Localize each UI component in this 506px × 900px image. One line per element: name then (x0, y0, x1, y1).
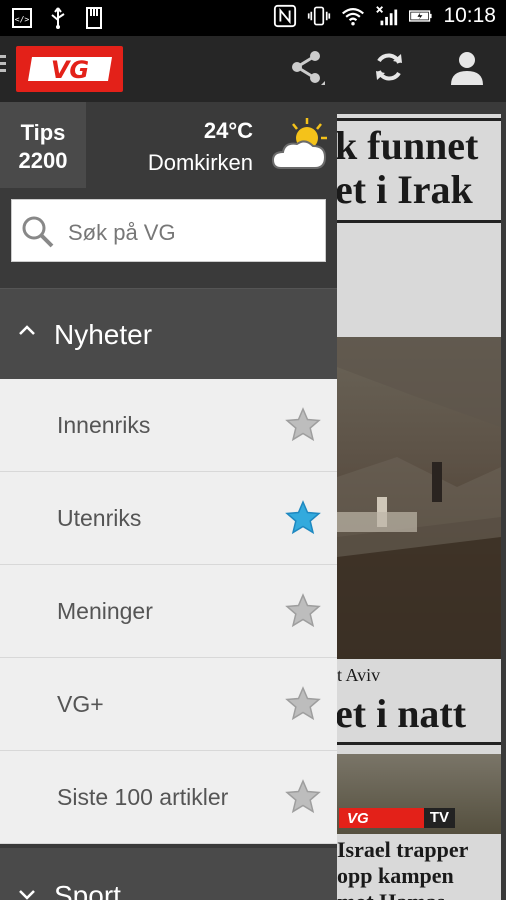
menu-item-vg-plus[interactable]: VG+ (0, 658, 337, 751)
refresh-icon (369, 47, 409, 92)
subheadline-line-1: Israel trapper (337, 837, 469, 862)
menu-item-label: Innenriks (57, 412, 151, 438)
menu-item-label: Siste 100 artikler (57, 784, 229, 810)
weather-widget[interactable]: 24°C Domkirken (86, 102, 337, 188)
weather-temperature: 24°C (203, 118, 253, 143)
wifi-icon (341, 4, 365, 28)
vibrate-icon (307, 4, 331, 28)
menu-item-meninger[interactable]: Meninger (0, 565, 337, 658)
partly-sunny-icon (271, 116, 331, 176)
share-icon (287, 47, 327, 92)
refresh-button[interactable] (366, 46, 412, 92)
newspaper-rule (337, 220, 501, 223)
status-bar: </> 10:18 (0, 0, 506, 36)
search-icon (20, 214, 56, 250)
clock: 10:18 (443, 4, 496, 27)
sd-card-icon (82, 6, 106, 30)
navigation-drawer: Tips 2200 24°C Domkirken Søk på VG Nyhet… (0, 102, 337, 900)
code-icon: </> (10, 6, 34, 30)
logo-text: VG (50, 56, 88, 84)
chevron-up-icon (16, 319, 38, 341)
nfc-icon (273, 4, 297, 28)
headline-2: et i natt (337, 691, 467, 736)
search-area: Søk på VG (0, 188, 337, 288)
news-photo (337, 337, 501, 659)
tips-number: 2200 (18, 148, 68, 173)
tips-label: Tips (20, 120, 66, 145)
vgtv-logo: VG TV (339, 808, 455, 828)
section-nyheter[interactable]: Nyheter (0, 289, 337, 379)
signal-icon (375, 4, 399, 28)
section-label: Nyheter (54, 319, 153, 350)
menu-item-label: VG+ (57, 691, 104, 717)
subheadline-line-3: mot Hamas (337, 889, 445, 900)
menu-item-innenriks[interactable]: Innenriks (0, 379, 337, 472)
section-sport[interactable]: Sport (0, 848, 337, 900)
share-button[interactable] (284, 46, 330, 92)
star-icon[interactable] (285, 686, 321, 722)
vg-logo[interactable]: VG (16, 46, 123, 92)
svg-text:</>: </> (15, 15, 30, 24)
menu-item-label: Utenriks (57, 505, 142, 531)
battery-icon (409, 4, 433, 28)
newspaper-rule (337, 742, 501, 745)
drawer-toggle-icon[interactable] (0, 55, 6, 81)
star-icon[interactable] (285, 779, 321, 815)
star-active-icon[interactable] (285, 500, 321, 536)
menu-item-label: Meninger (57, 598, 153, 624)
search-placeholder: Søk på VG (68, 220, 176, 245)
star-icon[interactable] (285, 407, 321, 443)
photo-caption: t Aviv (337, 665, 381, 685)
tips-button[interactable]: Tips 2200 (0, 102, 86, 188)
user-icon (447, 47, 487, 92)
usb-icon (46, 6, 70, 30)
section-label: Sport (54, 880, 121, 900)
headline-1-line-1: k funnet (337, 123, 479, 168)
newspaper-background: k funnet et i Irak t Aviv et i natt VG T… (337, 102, 506, 900)
subheadline-line-2: opp kampen (337, 863, 454, 888)
chevron-down-icon (16, 884, 38, 900)
search-input[interactable]: Søk på VG (11, 199, 326, 262)
headline-1-line-2: et i Irak (337, 167, 473, 212)
star-icon[interactable] (285, 593, 321, 629)
weather-location: Domkirken (147, 150, 253, 175)
user-button[interactable] (444, 46, 490, 92)
newspaper-rule (337, 118, 501, 121)
menu-item-utenriks[interactable]: Utenriks (0, 472, 337, 565)
menu-item-siste-100[interactable]: Siste 100 artikler (0, 751, 337, 844)
